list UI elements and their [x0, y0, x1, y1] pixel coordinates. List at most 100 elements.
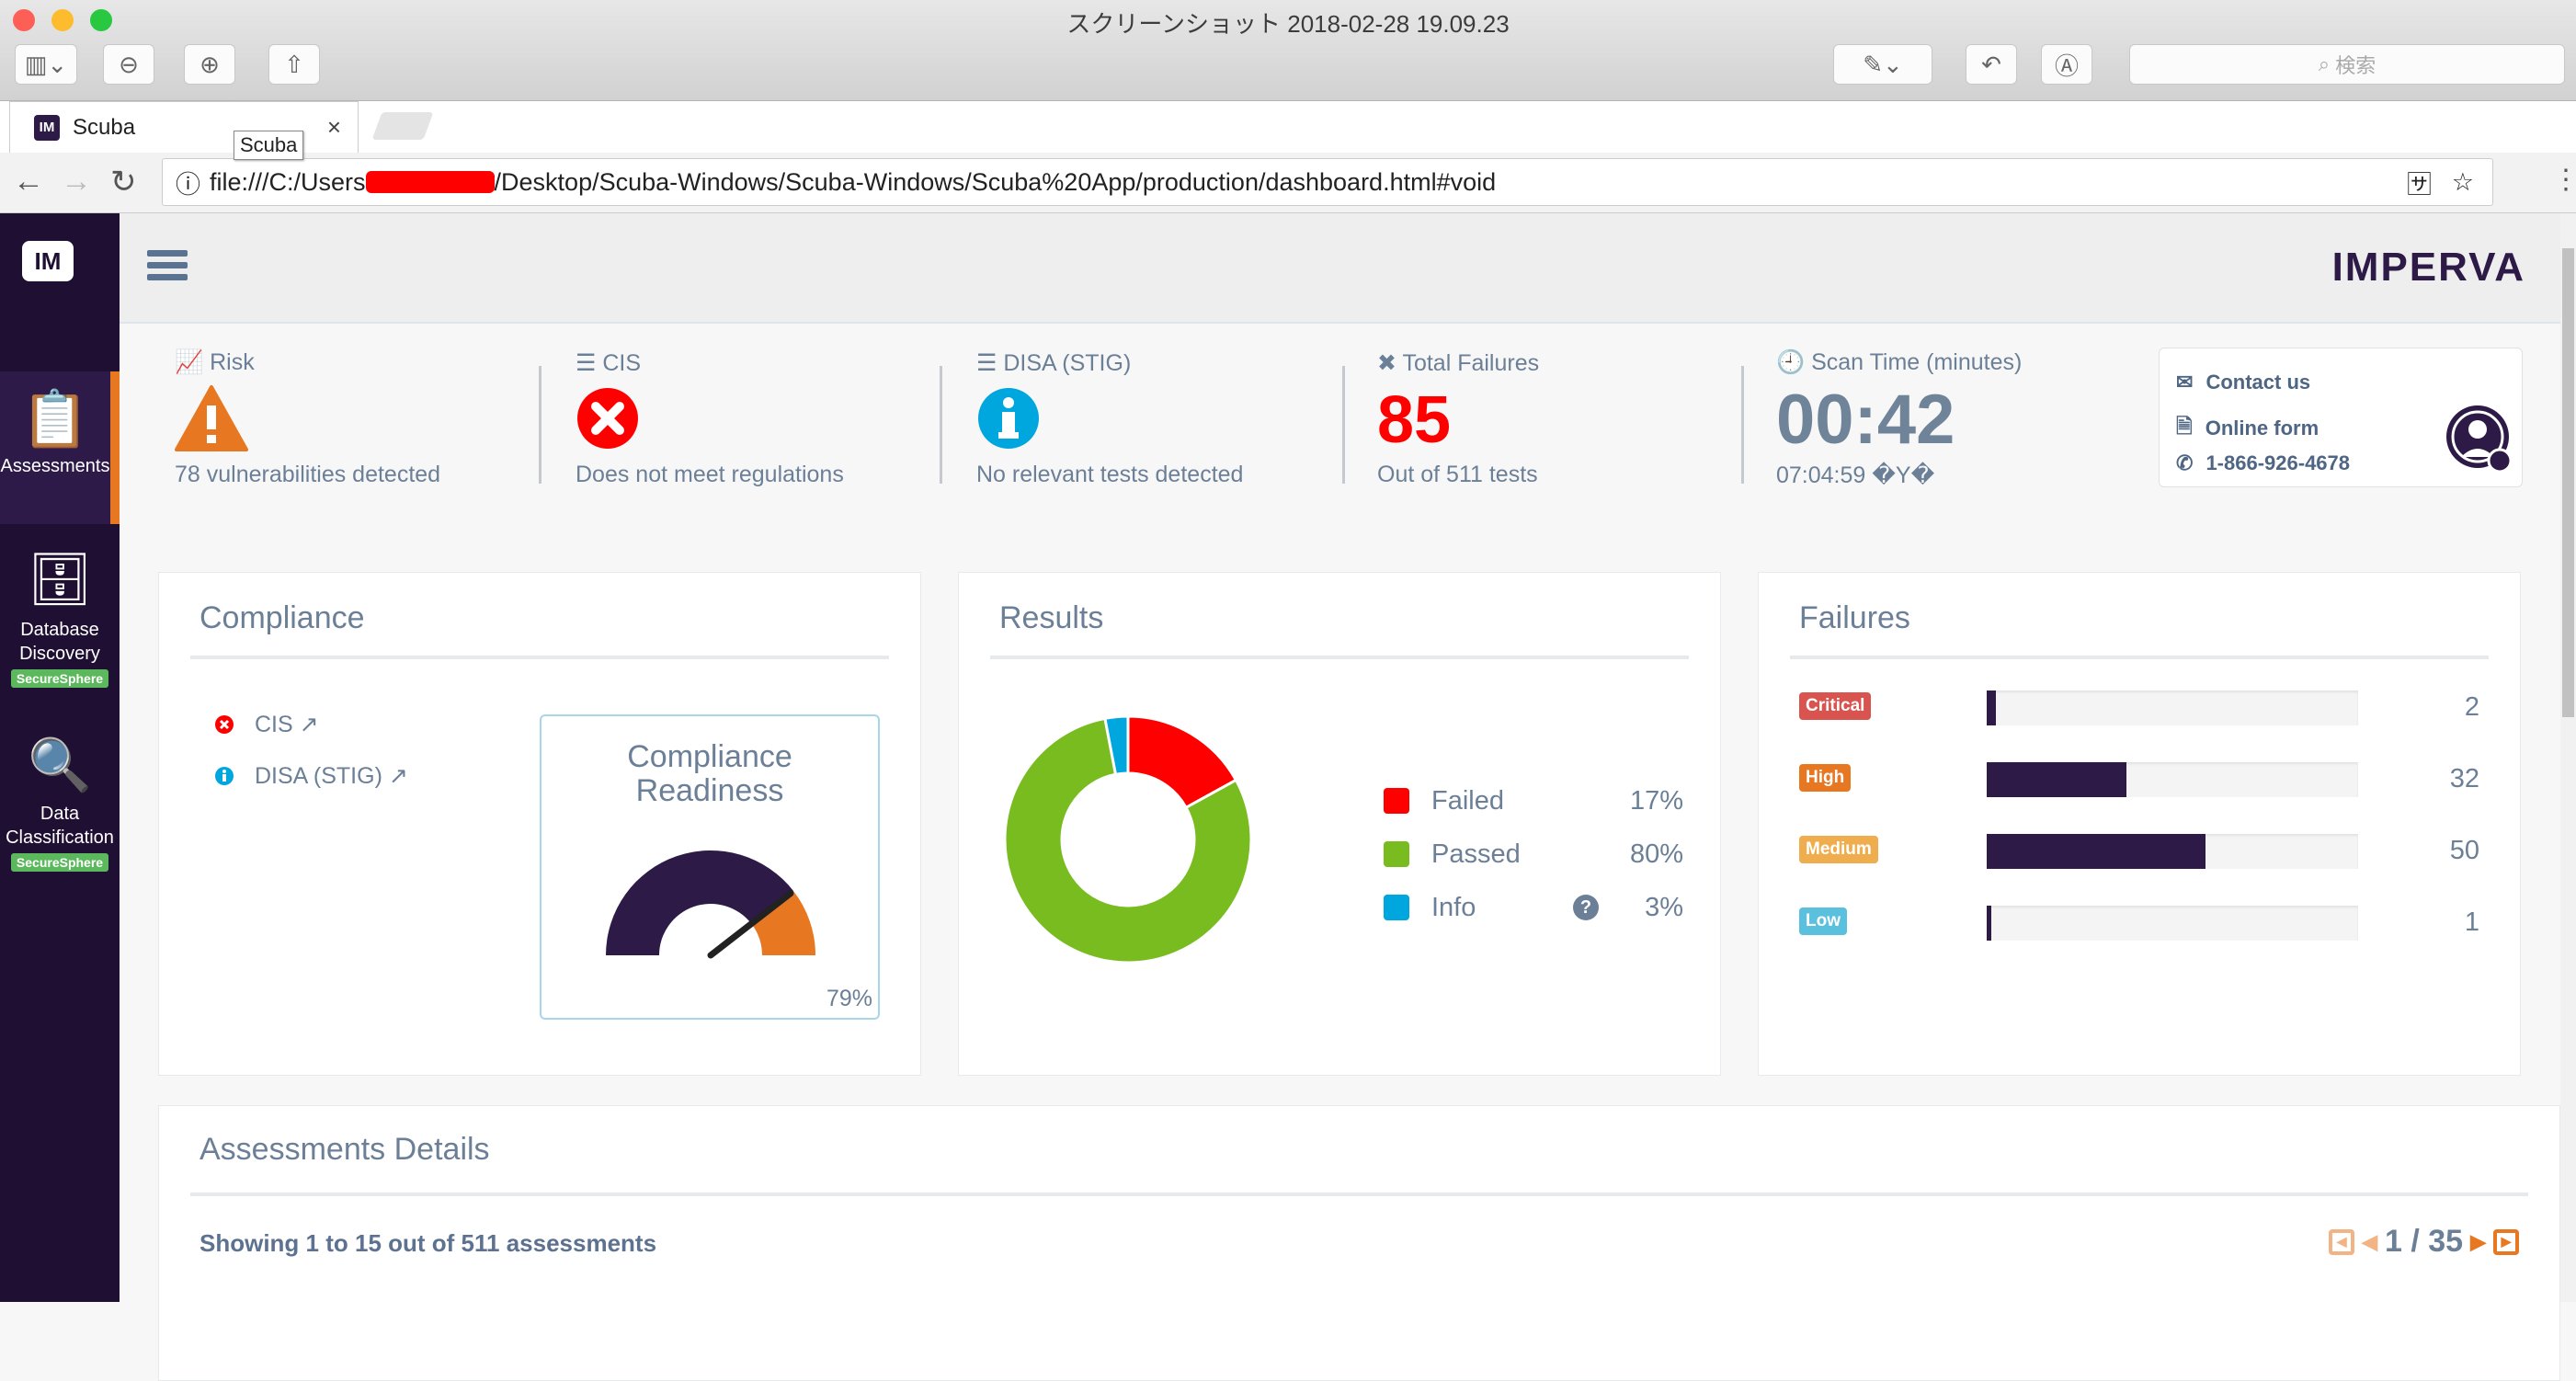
redacted-username: [365, 171, 495, 193]
error-small-icon: ✖: [1377, 350, 1396, 376]
stat-cis: ☰ CIS Does not meet regulations: [576, 350, 844, 487]
gauge-chart: [606, 850, 815, 959]
new-tab-button[interactable]: [371, 112, 434, 140]
search-field[interactable]: ⌕ 検索: [2129, 44, 2565, 85]
markup-button[interactable]: ✎⌄: [1833, 44, 1932, 85]
severity-badge: Medium: [1799, 836, 1878, 863]
info-icon: ⓘ: [176, 170, 200, 199]
assessments-details-panel: Assessments Details Showing 1 to 15 out …: [158, 1105, 2560, 1381]
warning-triangle-icon: [175, 385, 248, 451]
failure-row-critical: Critical 2: [1799, 690, 2479, 725]
failure-bar: [1987, 834, 2206, 869]
legend-value: 3%: [1645, 893, 1683, 922]
address-bar-row: ← → ↻ ⓘ file:///C:/Users/Desktop/Scuba-W…: [0, 153, 2576, 213]
clock-icon: 🕘: [1776, 349, 1806, 375]
main-content: IMPERVA 📈 Risk 78 vulnerabilities detect…: [120, 213, 2560, 1381]
prev-page-button[interactable]: ◀: [2362, 1230, 2377, 1254]
results-panel: Results Failed 17% Passed 80% Info? 3%: [958, 572, 1721, 1076]
legend-label: Passed: [1431, 839, 1521, 869]
failure-count: 2: [2464, 692, 2479, 722]
mac-window-toolbar: スクリーンショット 2018-02-28 19.09.23 ▥⌄ ⊖ ⊕ ⇧ ✎…: [0, 0, 2576, 101]
securesphere-badge: SecureSphere: [10, 669, 109, 689]
severity-badge: High: [1799, 764, 1852, 792]
help-icon[interactable]: ?: [1573, 895, 1599, 920]
sidebar-icon: ▥⌄: [24, 50, 68, 78]
contact-us-link[interactable]: ✉ Contact us: [2176, 371, 2310, 394]
divider: [1741, 366, 1744, 484]
next-page-button[interactable]: ▶: [2470, 1230, 2486, 1254]
search-icon: ⌕: [2318, 52, 2336, 75]
support-agent-icon: [2446, 405, 2513, 474]
info-circle-icon: [978, 388, 1039, 449]
favicon: IM: [34, 114, 60, 141]
url-input[interactable]: ⓘ file:///C:/Users/Desktop/Scuba-Windows…: [162, 158, 2493, 206]
first-page-button[interactable]: ◀: [2329, 1228, 2355, 1255]
external-link-icon[interactable]: ↗: [389, 763, 408, 789]
last-page-button[interactable]: ▶: [2493, 1228, 2519, 1255]
stat-risk: 📈 Risk 78 vulnerabilities detected: [175, 349, 441, 487]
share-icon: ⇧: [284, 50, 304, 78]
page-scrollbar[interactable]: [2560, 213, 2576, 1302]
sidebar-item-assessments[interactable]: 📋 Assessments: [0, 371, 120, 524]
zoom-in-button[interactable]: ⊕: [184, 44, 235, 85]
panel-title: Results: [999, 600, 1104, 635]
list-icon: ☰: [976, 350, 997, 376]
legend-value: 17%: [1629, 786, 1683, 816]
forward-icon[interactable]: →: [61, 164, 92, 200]
app-logo[interactable]: IM: [22, 241, 74, 281]
online-form-link[interactable]: 🗎 Online form: [2176, 411, 2319, 446]
tab-title: Scuba: [73, 114, 136, 140]
severity-badge: Low: [1799, 907, 1847, 935]
error-circle-icon: [577, 388, 638, 449]
divider: [539, 366, 541, 484]
failure-row-medium: Medium 50: [1799, 834, 2479, 869]
browser-tab[interactable]: IM Scuba ×: [9, 101, 359, 153]
annotate-button[interactable]: Ⓐ: [2041, 44, 2092, 85]
failure-row-low: Low 1: [1799, 906, 2479, 941]
scrollbar-thumb[interactable]: [2562, 248, 2574, 717]
legend-swatch: [1384, 841, 1409, 867]
gauge-value: 79%: [826, 986, 872, 1011]
translate-icon[interactable]: 🈂: [2407, 165, 2432, 200]
legend-item-passed[interactable]: Passed 80%: [1384, 839, 1683, 871]
external-link-icon[interactable]: ↗: [300, 712, 319, 737]
compliance-panel: Compliance CIS ↗ DISA (STIG) ↗ Complianc…: [158, 572, 921, 1076]
compliance-item-cis[interactable]: CIS ↗: [214, 711, 319, 738]
divider: [1790, 656, 2489, 659]
divider: [190, 656, 889, 659]
rotate-icon: ↶: [1981, 50, 2001, 78]
reload-icon[interactable]: ↻: [110, 164, 137, 200]
stat-scan-time: 🕘 Scan Time (minutes) 00:42 07:04:59 �Y�: [1776, 349, 2023, 488]
sidebar-item-data-classification[interactable]: 🔍 Data Classification SecureSphere: [0, 739, 120, 873]
panel-title: Compliance: [199, 600, 365, 635]
sidebar-toggle-button[interactable]: ▥⌄: [15, 44, 77, 85]
bookmark-star-icon[interactable]: ☆: [2452, 168, 2474, 197]
legend-swatch: [1384, 788, 1409, 814]
sidebar-item-database-discovery[interactable]: 🗄 Database Discovery SecureSphere: [0, 554, 120, 690]
phone-link[interactable]: ✆ 1-866-926-4678: [2176, 451, 2350, 475]
legend-item-failed[interactable]: Failed 17%: [1384, 786, 1683, 817]
rotate-button[interactable]: ↶: [1966, 44, 2017, 85]
hamburger-menu-icon[interactable]: [147, 250, 188, 286]
compliance-item-disa[interactable]: DISA (STIG) ↗: [214, 762, 408, 790]
legend-value: 80%: [1629, 839, 1683, 869]
share-button[interactable]: ⇧: [268, 44, 320, 85]
stat-total-failures: ✖ Total Failures 85 Out of 511 tests: [1377, 350, 1540, 487]
failure-count: 1: [2464, 907, 2479, 937]
severity-badge: Critical: [1799, 692, 1872, 720]
legend-item-info[interactable]: Info? 3%: [1384, 893, 1683, 924]
legend-swatch: [1384, 895, 1409, 920]
failure-bar-track: [1987, 834, 2358, 869]
failure-bar: [1987, 690, 1996, 725]
zoom-in-icon: ⊕: [199, 50, 220, 78]
zoom-out-button[interactable]: ⊖: [103, 44, 154, 85]
pagination: ◀ ◀ 1 / 35 ▶ ▶: [2329, 1224, 2519, 1260]
close-tab-icon[interactable]: ×: [327, 113, 341, 142]
panel-title: Failures: [1799, 600, 1910, 635]
failure-bar-track: [1987, 762, 2358, 797]
back-icon[interactable]: ←: [13, 164, 44, 200]
divider: [1342, 366, 1345, 484]
browser-menu-icon[interactable]: ⋮: [2552, 164, 2576, 196]
results-donut-chart: [1003, 714, 1253, 964]
document-icon: 🗎: [2176, 415, 2193, 438]
